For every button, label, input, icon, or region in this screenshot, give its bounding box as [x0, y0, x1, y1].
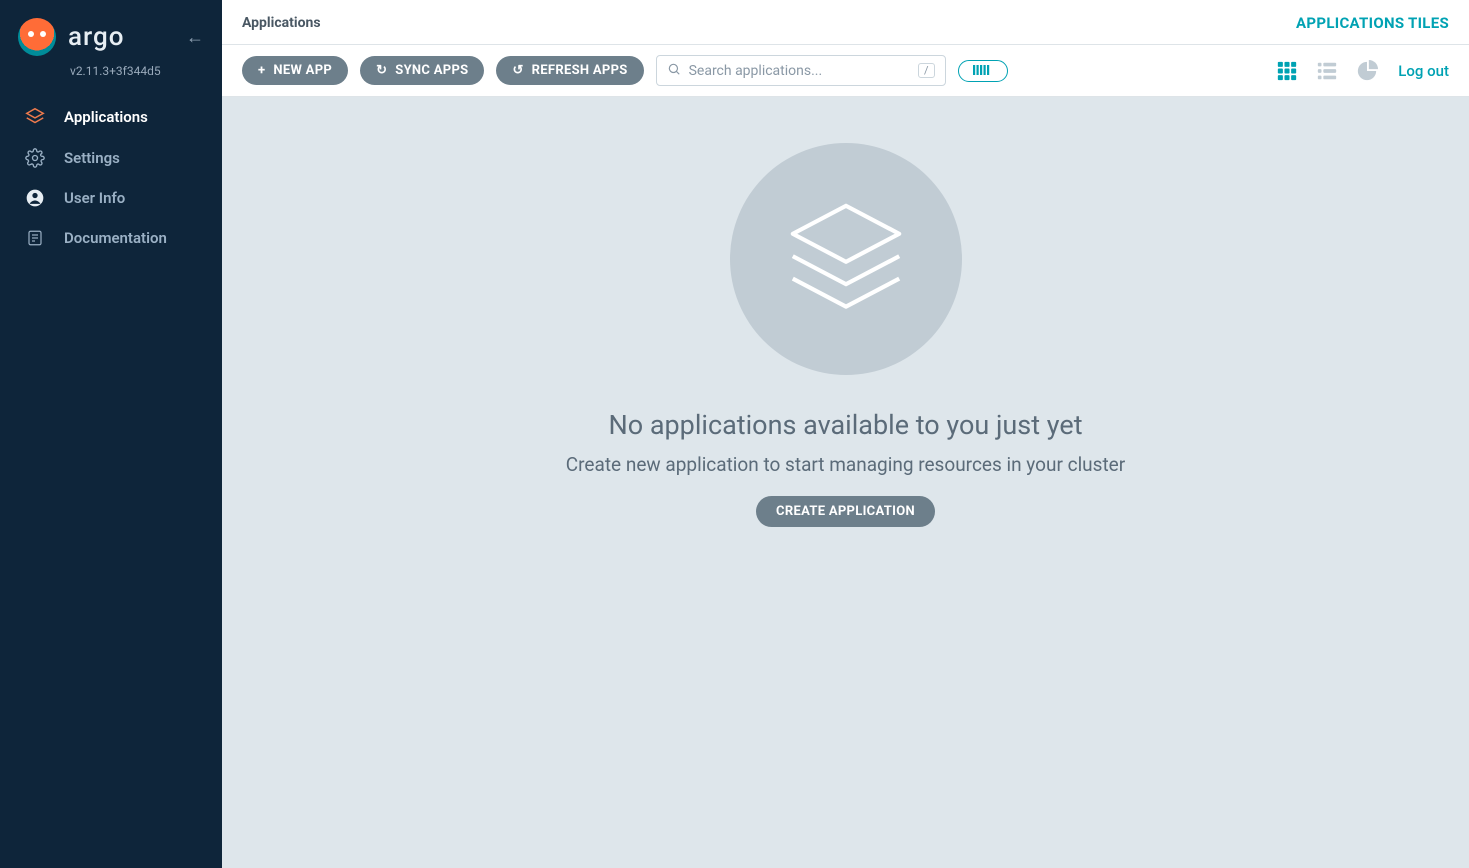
header: Applications APPLICATIONS TILES: [222, 0, 1469, 45]
refresh-apps-button[interactable]: ↺ REFRESH APPS: [496, 56, 643, 85]
empty-state-title: No applications available to you just ye…: [608, 409, 1082, 441]
collapse-sidebar-icon[interactable]: ←: [186, 27, 204, 48]
logo-row: argo ←: [0, 0, 222, 62]
toolbar: + NEW APP ↻ SYNC APPS ↺ REFRESH APPS /: [222, 45, 1469, 97]
empty-state-subtitle: Create new application to start managing…: [566, 453, 1125, 476]
create-application-button[interactable]: CREATE APPLICATION: [756, 496, 935, 527]
filter-button[interactable]: [958, 60, 1008, 82]
refresh-icon: ↺: [512, 63, 523, 78]
sidebar-item-user-info[interactable]: User Info: [0, 178, 222, 218]
search-input[interactable]: [689, 63, 910, 79]
version-label: v2.11.3+3f344d5: [0, 62, 222, 96]
argo-logo-icon: [18, 18, 56, 56]
button-label: NEW APP: [273, 63, 332, 78]
empty-state: No applications available to you just ye…: [222, 97, 1469, 868]
stack-icon: [776, 189, 916, 329]
sidebar-item-label: User Info: [64, 189, 125, 207]
search-kbd-hint: /: [918, 63, 935, 78]
sidebar-item-documentation[interactable]: Documentation: [0, 218, 222, 258]
empty-state-illustration: [730, 143, 962, 375]
applications-tiles-link[interactable]: APPLICATIONS TILES: [1296, 14, 1449, 32]
search-icon: [667, 61, 681, 80]
button-label: REFRESH APPS: [532, 63, 628, 78]
brand-name: argo: [68, 22, 124, 52]
layers-icon: [24, 106, 46, 128]
sidebar: argo ← v2.11.3+3f344d5 Applications Sett…: [0, 0, 222, 868]
sidebar-item-settings[interactable]: Settings: [0, 138, 222, 178]
sidebar-item-label: Documentation: [64, 229, 167, 247]
sync-icon: ↻: [376, 63, 387, 78]
sidebar-item-label: Settings: [64, 149, 120, 167]
list-view-icon[interactable]: [1316, 60, 1338, 82]
logout-link[interactable]: Log out: [1398, 62, 1449, 80]
toolbar-right: Log out: [1276, 60, 1449, 82]
main: Applications APPLICATIONS TILES + NEW AP…: [222, 0, 1469, 868]
plus-icon: +: [258, 63, 265, 78]
sidebar-item-label: Applications: [64, 108, 148, 126]
button-label: SYNC APPS: [395, 63, 468, 78]
search-container: /: [656, 55, 946, 86]
book-icon: [24, 228, 46, 248]
tiles-view-icon[interactable]: [1276, 60, 1298, 82]
user-circle-icon: [24, 188, 46, 208]
pie-view-icon[interactable]: [1356, 60, 1378, 82]
sidebar-item-applications[interactable]: Applications: [0, 96, 222, 138]
gear-icon: [24, 148, 46, 168]
sync-apps-button[interactable]: ↻ SYNC APPS: [360, 56, 484, 85]
breadcrumb: Applications: [242, 15, 321, 31]
filter-icon: [973, 65, 993, 77]
view-icons: [1276, 60, 1378, 82]
new-app-button[interactable]: + NEW APP: [242, 56, 348, 85]
